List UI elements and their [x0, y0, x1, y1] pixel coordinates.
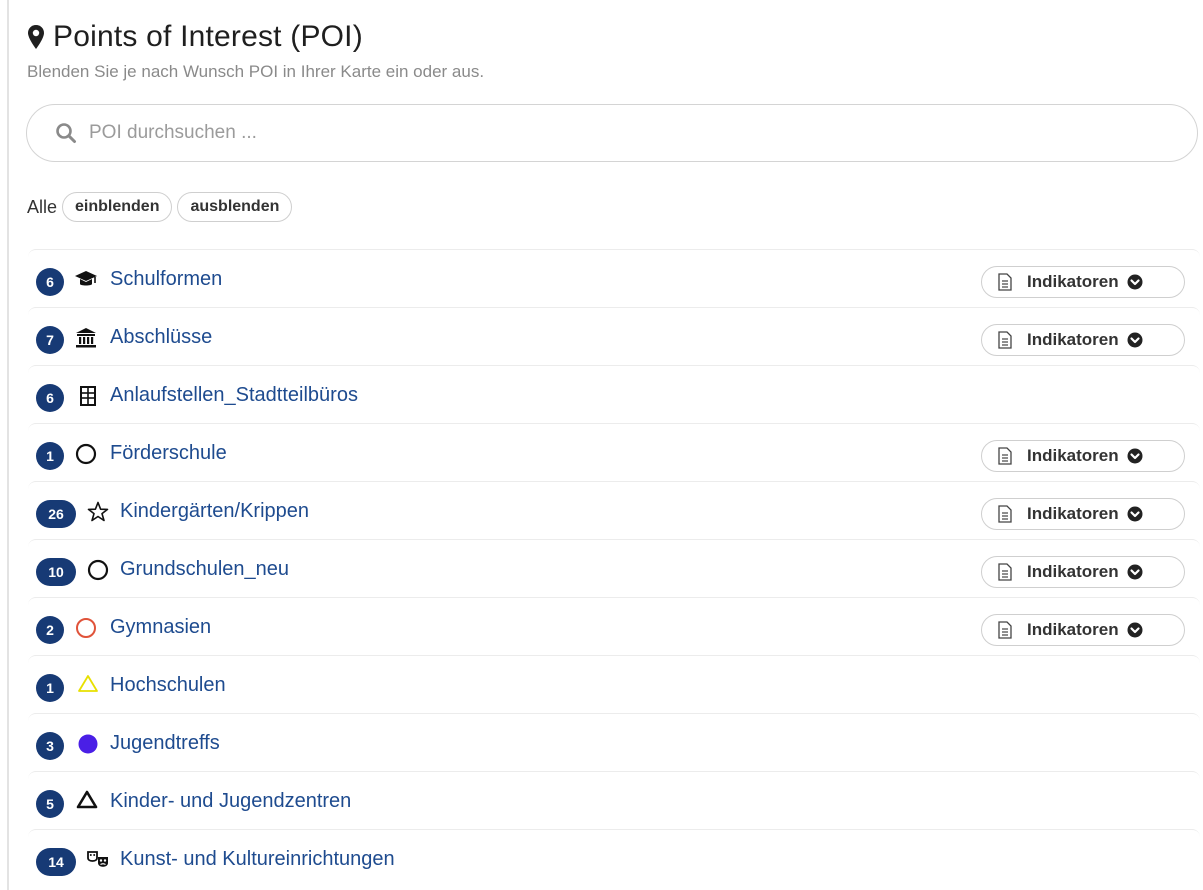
toggle-all-row: Alle einblenden ausblenden — [27, 190, 297, 224]
masks-icon — [87, 851, 108, 867]
triangle-outline-icon — [76, 790, 98, 809]
poi-row-kultur[interactable]: 14 Kunst- und Kultureinrichtungen — [28, 829, 1200, 887]
indicators-label: Indikatoren — [1027, 272, 1119, 291]
star-outline-icon — [87, 501, 109, 522]
toggle-all-label: Alle — [27, 196, 58, 217]
page-title: Points of Interest (POI) — [53, 20, 363, 53]
filled-circle-purple-icon — [78, 734, 98, 754]
poi-list: 6 Schulformen Indikatoren 7 Abschlüsse I… — [28, 249, 1200, 887]
document-icon — [998, 505, 1012, 523]
institution-icon — [76, 328, 96, 348]
poi-link[interactable]: Gymnasien — [110, 613, 211, 641]
hide-all-button[interactable]: ausblenden — [177, 192, 293, 222]
poi-link[interactable]: Förderschule — [110, 439, 227, 467]
count-badge: 14 — [36, 848, 76, 876]
indicators-label: Indikatoren — [1027, 446, 1119, 465]
poi-row-abschluesse[interactable]: 7 Abschlüsse Indikatoren — [28, 307, 1200, 365]
map-marker-icon — [28, 25, 44, 49]
poi-row-schulformen[interactable]: 6 Schulformen Indikatoren — [28, 249, 1200, 307]
circle-outline-red-icon — [76, 618, 96, 638]
count-badge: 5 — [36, 790, 64, 818]
poi-row-gymnasien[interactable]: 2 Gymnasien Indikatoren — [28, 597, 1200, 655]
chevron-circle-down-icon — [1127, 448, 1143, 464]
indicators-button[interactable]: Indikatoren — [981, 440, 1185, 472]
count-badge: 10 — [36, 558, 76, 586]
indicators-button[interactable]: Indikatoren — [981, 324, 1185, 356]
chevron-circle-down-icon — [1127, 564, 1143, 580]
circle-outline-icon — [75, 443, 97, 465]
document-icon — [998, 331, 1012, 349]
count-badge: 7 — [36, 326, 64, 354]
poi-row-anlaufstellen[interactable]: 6 Anlaufstellen_Stadtteilbüros — [28, 365, 1200, 423]
indicators-label: Indikatoren — [1027, 620, 1119, 639]
chevron-circle-down-icon — [1127, 622, 1143, 638]
poi-link[interactable]: Kunst- und Kultureinrichtungen — [120, 845, 395, 873]
document-icon — [998, 621, 1012, 639]
document-icon — [998, 563, 1012, 581]
search-box[interactable] — [26, 104, 1198, 162]
page-subtitle: Blenden Sie je nach Wunsch POI in Ihrer … — [27, 62, 485, 81]
poi-link[interactable]: Abschlüsse — [110, 323, 212, 351]
count-badge: 6 — [36, 268, 64, 296]
count-badge: 3 — [36, 732, 64, 760]
poi-row-jugendtreffs[interactable]: 3 Jugendtreffs — [28, 713, 1200, 771]
header: Points of Interest (POI) — [27, 17, 363, 57]
search-input[interactable] — [89, 118, 1089, 148]
poi-link[interactable]: Kindergärten/Krippen — [120, 497, 309, 525]
panel-divider — [7, 0, 9, 890]
poi-link[interactable]: Schulformen — [110, 265, 222, 293]
chevron-circle-down-icon — [1127, 506, 1143, 522]
count-badge: 1 — [36, 674, 64, 702]
indicators-button[interactable]: Indikatoren — [981, 266, 1185, 298]
poi-row-foerderschule[interactable]: 1 Förderschule Indikatoren — [28, 423, 1200, 481]
search-icon — [56, 123, 76, 143]
indicators-button[interactable]: Indikatoren — [981, 556, 1185, 588]
circle-outline-icon — [87, 559, 109, 581]
indicators-button[interactable]: Indikatoren — [981, 614, 1185, 646]
poi-row-jugendzentren[interactable]: 5 Kinder- und Jugendzentren — [28, 771, 1200, 829]
building-icon — [80, 386, 96, 406]
indicators-button[interactable]: Indikatoren — [981, 498, 1185, 530]
chevron-circle-down-icon — [1127, 274, 1143, 290]
poi-link[interactable]: Anlaufstellen_Stadtteilbüros — [110, 381, 358, 409]
triangle-outline-yellow-icon — [78, 675, 98, 692]
count-badge: 6 — [36, 384, 64, 412]
document-icon — [998, 447, 1012, 465]
count-badge: 1 — [36, 442, 64, 470]
indicators-label: Indikatoren — [1027, 562, 1119, 581]
poi-row-hochschulen[interactable]: 1 Hochschulen — [28, 655, 1200, 713]
poi-link[interactable]: Jugendtreffs — [110, 729, 220, 757]
show-all-button[interactable]: einblenden — [62, 192, 173, 222]
graduation-cap-icon — [75, 271, 97, 286]
poi-panel: Points of Interest (POI) Blenden Sie je … — [0, 0, 1203, 890]
poi-row-kindergaerten[interactable]: 26 Kindergärten/Krippen Indikatoren — [28, 481, 1200, 539]
poi-link[interactable]: Hochschulen — [110, 671, 226, 699]
chevron-circle-down-icon — [1127, 332, 1143, 348]
count-badge: 2 — [36, 616, 64, 644]
poi-link[interactable]: Grundschulen_neu — [120, 555, 289, 583]
poi-row-grundschulen[interactable]: 10 Grundschulen_neu Indikatoren — [28, 539, 1200, 597]
poi-link[interactable]: Kinder- und Jugendzentren — [110, 787, 351, 815]
indicators-label: Indikatoren — [1027, 330, 1119, 349]
document-icon — [998, 273, 1012, 291]
indicators-label: Indikatoren — [1027, 504, 1119, 523]
count-badge: 26 — [36, 500, 76, 528]
